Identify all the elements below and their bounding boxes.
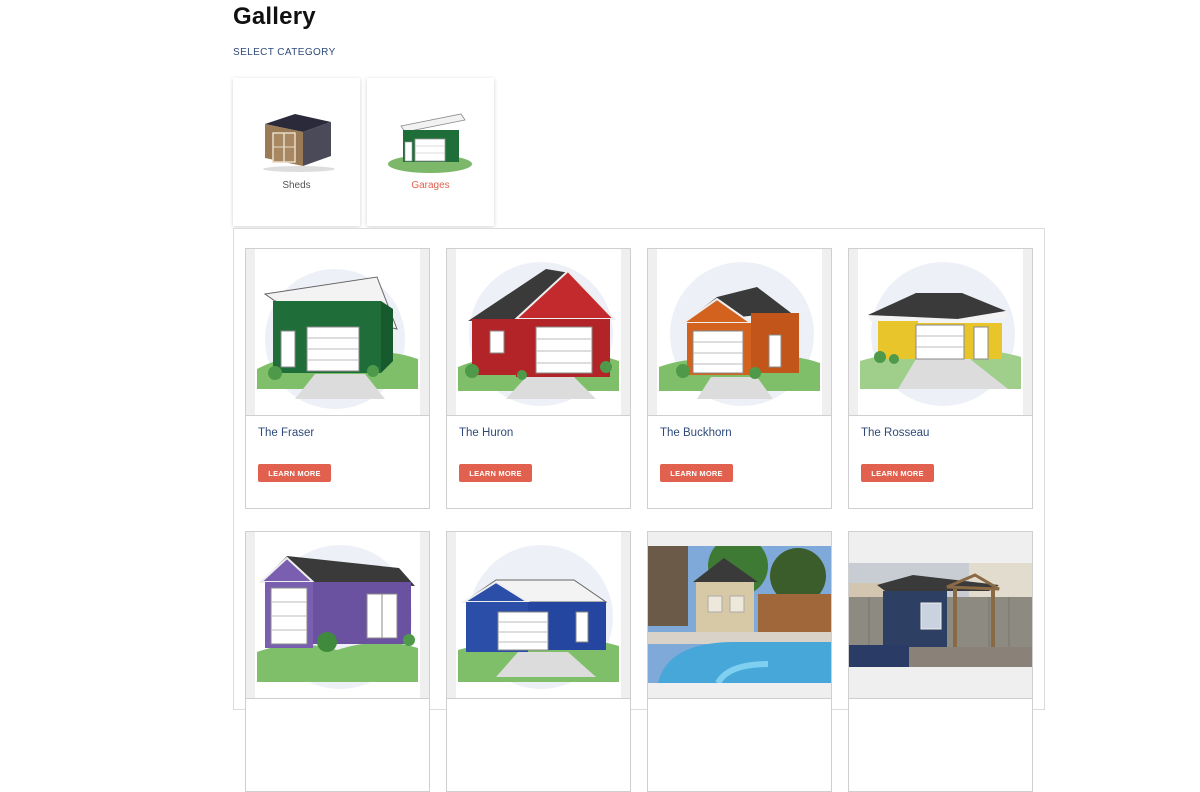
shed-thumbnail-icon — [263, 114, 335, 172]
card-image[interactable] — [849, 249, 1032, 416]
category-label-sheds: Sheds — [282, 180, 311, 191]
gallery-card-buckhorn[interactable]: The Buckhorn LEARN MORE — [647, 248, 832, 509]
card-image[interactable] — [447, 249, 630, 416]
yellow-hip-roof-garage-icon — [860, 262, 1021, 406]
gallery-card-fraser[interactable]: The Fraser LEARN MORE — [245, 248, 430, 509]
garage-thumbnail-icon — [388, 113, 472, 173]
orange-gable-garage-icon — [659, 262, 820, 406]
gallery-card-huron[interactable]: The Huron LEARN MORE — [446, 248, 631, 509]
gallery-panel: The Fraser LEARN MORE The Huron LEARN MO… — [233, 228, 1045, 792]
card-image[interactable] — [648, 532, 831, 699]
green-shed-roof-garage-icon — [257, 269, 418, 409]
select-category-label: SELECT CATEGORY — [233, 47, 336, 58]
gallery-card-rosseau[interactable]: The Rosseau LEARN MORE — [848, 248, 1033, 509]
blue-shed-with-porch-photo-icon — [849, 563, 1032, 667]
card-image[interactable] — [849, 532, 1032, 699]
red-gable-garage-icon — [458, 262, 619, 406]
purple-gable-garage-icon — [257, 545, 418, 689]
gallery-card-porch-shed-photo[interactable] — [848, 531, 1033, 792]
learn-more-button[interactable]: LEARN MORE — [459, 464, 532, 482]
gallery-card-blue-garage[interactable] — [446, 531, 631, 792]
card-image[interactable] — [246, 532, 429, 699]
card-title[interactable]: The Rosseau — [861, 427, 929, 439]
card-image[interactable] — [648, 249, 831, 416]
poolside-cabana-photo-icon — [648, 546, 831, 683]
page-title: Gallery — [233, 3, 316, 30]
card-image[interactable] — [246, 249, 429, 416]
card-title[interactable]: The Buckhorn — [660, 427, 732, 439]
blue-gable-garage-icon — [458, 545, 619, 689]
gallery-card-cabana-photo[interactable] — [647, 531, 832, 792]
category-tile-garages[interactable]: Garages — [367, 78, 494, 226]
gallery-card-purple-garage[interactable] — [245, 531, 430, 792]
category-label-garages: Garages — [411, 180, 450, 191]
card-title[interactable]: The Huron — [459, 427, 513, 439]
card-title[interactable]: The Fraser — [258, 427, 314, 439]
card-image[interactable] — [447, 532, 630, 699]
learn-more-button[interactable]: LEARN MORE — [861, 464, 934, 482]
learn-more-button[interactable]: LEARN MORE — [258, 464, 331, 482]
category-tile-sheds[interactable]: Sheds — [233, 78, 360, 226]
learn-more-button[interactable]: LEARN MORE — [660, 464, 733, 482]
